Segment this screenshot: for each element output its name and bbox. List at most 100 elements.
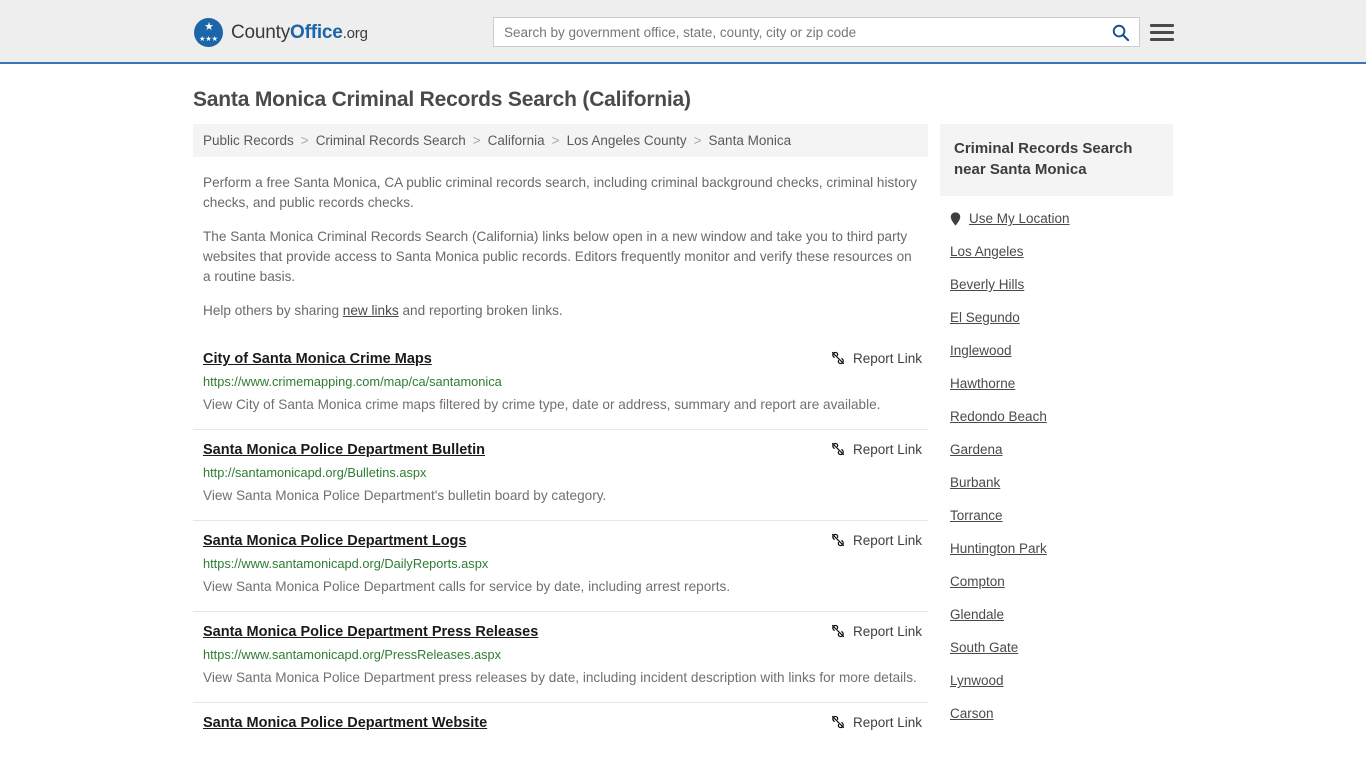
hamburger-bar	[1150, 37, 1174, 41]
site-header: ★ ★★★ CountyOffice.org	[0, 0, 1366, 64]
hamburger-menu-icon[interactable]	[1150, 20, 1174, 44]
broken-link-icon	[831, 442, 844, 456]
report-link-button[interactable]: Report Link	[830, 531, 922, 548]
sidebar-city-item[interactable]: Gardena	[940, 433, 1173, 466]
report-link-button[interactable]: Report Link	[830, 349, 922, 366]
intro-paragraph-1: Perform a free Santa Monica, CA public c…	[203, 175, 917, 210]
breadcrumb-separator: >	[551, 133, 560, 148]
sidebar-city-item[interactable]: Redondo Beach	[940, 400, 1173, 433]
sidebar-city-link[interactable]: Beverly Hills	[950, 277, 1024, 292]
sidebar-city-item[interactable]: Carson	[940, 697, 1173, 730]
sidebar-city-link[interactable]: Redondo Beach	[950, 409, 1047, 424]
result-item: Santa Monica Police Department Press Rel…	[193, 612, 928, 703]
report-link-label: Report Link	[852, 441, 922, 457]
search-button[interactable]	[1101, 18, 1139, 46]
result-title-link[interactable]: Santa Monica Police Department Website	[203, 713, 487, 733]
result-item: Santa Monica Police Department Website Re…	[193, 703, 928, 745]
sidebar-city-item[interactable]: Lynwood	[940, 664, 1173, 697]
sidebar-city-item[interactable]: Compton	[940, 565, 1173, 598]
result-description: View City of Santa Monica crime maps fil…	[203, 397, 881, 412]
intro-p3-before: Help others by sharing	[203, 303, 343, 318]
report-link-label: Report Link	[852, 714, 922, 730]
result-title-link[interactable]: City of Santa Monica Crime Maps	[203, 349, 432, 369]
intro-text: Perform a free Santa Monica, CA public c…	[193, 173, 928, 321]
use-my-location-label[interactable]: Use My Location	[969, 211, 1070, 226]
result-item: City of Santa Monica Crime Maps Report Li…	[193, 339, 928, 430]
map-pin-icon	[950, 211, 961, 226]
result-description: View Santa Monica Police Department's bu…	[203, 488, 607, 503]
page-body: Santa Monica Criminal Records Search (Ca…	[0, 64, 1366, 745]
brand-wordmark: CountyOffice.org	[231, 23, 368, 43]
breadcrumb-item-4[interactable]: Los Angeles County	[567, 133, 687, 148]
sidebar-links: Use My Location Los Angeles Beverly Hills E…	[940, 202, 1173, 730]
sidebar: Criminal Records Search near Santa Monic…	[928, 124, 1173, 745]
sidebar-city-item[interactable]: Glendale	[940, 598, 1173, 631]
intro-p3-after: and reporting broken links.	[398, 303, 563, 318]
result-title-link[interactable]: Santa Monica Police Department Bulletin	[203, 440, 485, 460]
sidebar-use-my-location[interactable]: Use My Location	[940, 202, 1173, 235]
broken-link-icon	[831, 533, 844, 547]
result-url: http://santamonicapd.org/Bulletins.aspx	[203, 465, 427, 480]
result-description: View Santa Monica Police Department call…	[203, 579, 731, 594]
sidebar-city-item[interactable]: South Gate	[940, 631, 1173, 664]
sidebar-city-item[interactable]: Beverly Hills	[940, 268, 1173, 301]
broken-link-icon	[831, 624, 844, 638]
sidebar-city-item[interactable]: Hawthorne	[940, 367, 1173, 400]
sidebar-city-item[interactable]: Los Angeles	[940, 235, 1173, 268]
sidebar-city-link[interactable]: Burbank	[950, 475, 1000, 490]
sidebar-heading: Criminal Records Search near Santa Monic…	[954, 140, 1133, 178]
breadcrumb-item-1[interactable]: Public Records	[203, 133, 294, 148]
sidebar-city-link[interactable]: Torrance	[950, 508, 1003, 523]
new-links-link[interactable]: new links	[343, 303, 399, 318]
sidebar-city-link[interactable]: Inglewood	[950, 343, 1012, 358]
content-layout: Public Records > Criminal Records Search > C…	[193, 124, 1173, 745]
breadcrumb-item-5[interactable]: Santa Monica	[709, 133, 792, 148]
breadcrumb-item-2[interactable]: Criminal Records Search	[316, 133, 466, 148]
result-header: Santa Monica Police Department Logs Repor…	[203, 531, 922, 551]
search-input[interactable]	[494, 18, 1101, 46]
sidebar-city-link[interactable]: Compton	[950, 574, 1005, 589]
eagle-seal-icon: ★ ★★★	[194, 18, 223, 47]
result-title-link[interactable]: Santa Monica Police Department Press Rel…	[203, 622, 538, 642]
result-title-link[interactable]: Santa Monica Police Department Logs	[203, 531, 466, 551]
sidebar-city-item[interactable]: El Segundo	[940, 301, 1173, 334]
result-url: https://www.santamonicapd.org/PressRelea…	[203, 647, 502, 662]
sidebar-city-link[interactable]: Glendale	[950, 607, 1004, 622]
result-url: https://www.santamonicapd.org/DailyRepor…	[203, 556, 489, 571]
result-header: Santa Monica Police Department Bulletin R…	[203, 440, 922, 460]
result-header: Santa Monica Police Department Press Rel…	[203, 622, 922, 642]
sidebar-city-link[interactable]: Los Angeles	[950, 244, 1024, 259]
breadcrumb-item-3[interactable]: California	[488, 133, 545, 148]
sidebar-city-link[interactable]: Hawthorne	[950, 376, 1015, 391]
sidebar-city-item[interactable]: Inglewood	[940, 334, 1173, 367]
result-item: Santa Monica Police Department Logs Repor…	[193, 521, 928, 612]
sidebar-city-link[interactable]: Gardena	[950, 442, 1003, 457]
hamburger-bar	[1150, 23, 1174, 27]
site-logo[interactable]: ★ ★★★ CountyOffice.org	[194, 18, 368, 47]
sidebar-city-item[interactable]: Huntington Park	[940, 532, 1173, 565]
report-link-label: Report Link	[852, 623, 922, 639]
report-link-label: Report Link	[852, 532, 922, 548]
page-title: Santa Monica Criminal Records Search (Ca…	[193, 88, 691, 111]
report-link-button[interactable]: Report Link	[830, 713, 922, 730]
report-link-button[interactable]: Report Link	[830, 622, 922, 639]
sidebar-city-link[interactable]: Carson	[950, 706, 994, 721]
breadcrumb: Public Records > Criminal Records Search > C…	[193, 124, 928, 157]
sidebar-city-link[interactable]: South Gate	[950, 640, 1018, 655]
sidebar-city-link[interactable]: Lynwood	[950, 673, 1004, 688]
brand-part-county: County	[231, 21, 291, 43]
result-description: View Santa Monica Police Department pres…	[203, 670, 917, 685]
search-bar[interactable]	[493, 17, 1140, 47]
intro-paragraph-2: The Santa Monica Criminal Records Search…	[203, 229, 912, 284]
report-link-button[interactable]: Report Link	[830, 440, 922, 457]
broken-link-icon	[831, 715, 844, 729]
result-url: https://www.crimemapping.com/map/ca/sant…	[203, 374, 502, 389]
sidebar-city-link[interactable]: Huntington Park	[950, 541, 1047, 556]
result-item: Santa Monica Police Department Bulletin R…	[193, 430, 928, 521]
sidebar-city-item[interactable]: Torrance	[940, 499, 1173, 532]
sidebar-city-link[interactable]: El Segundo	[950, 310, 1020, 325]
sidebar-city-item[interactable]: Burbank	[940, 466, 1173, 499]
result-header: City of Santa Monica Crime Maps Report Li…	[203, 349, 922, 369]
main-column: Public Records > Criminal Records Search > C…	[193, 124, 928, 745]
results-list: City of Santa Monica Crime Maps Report Li…	[193, 339, 928, 745]
